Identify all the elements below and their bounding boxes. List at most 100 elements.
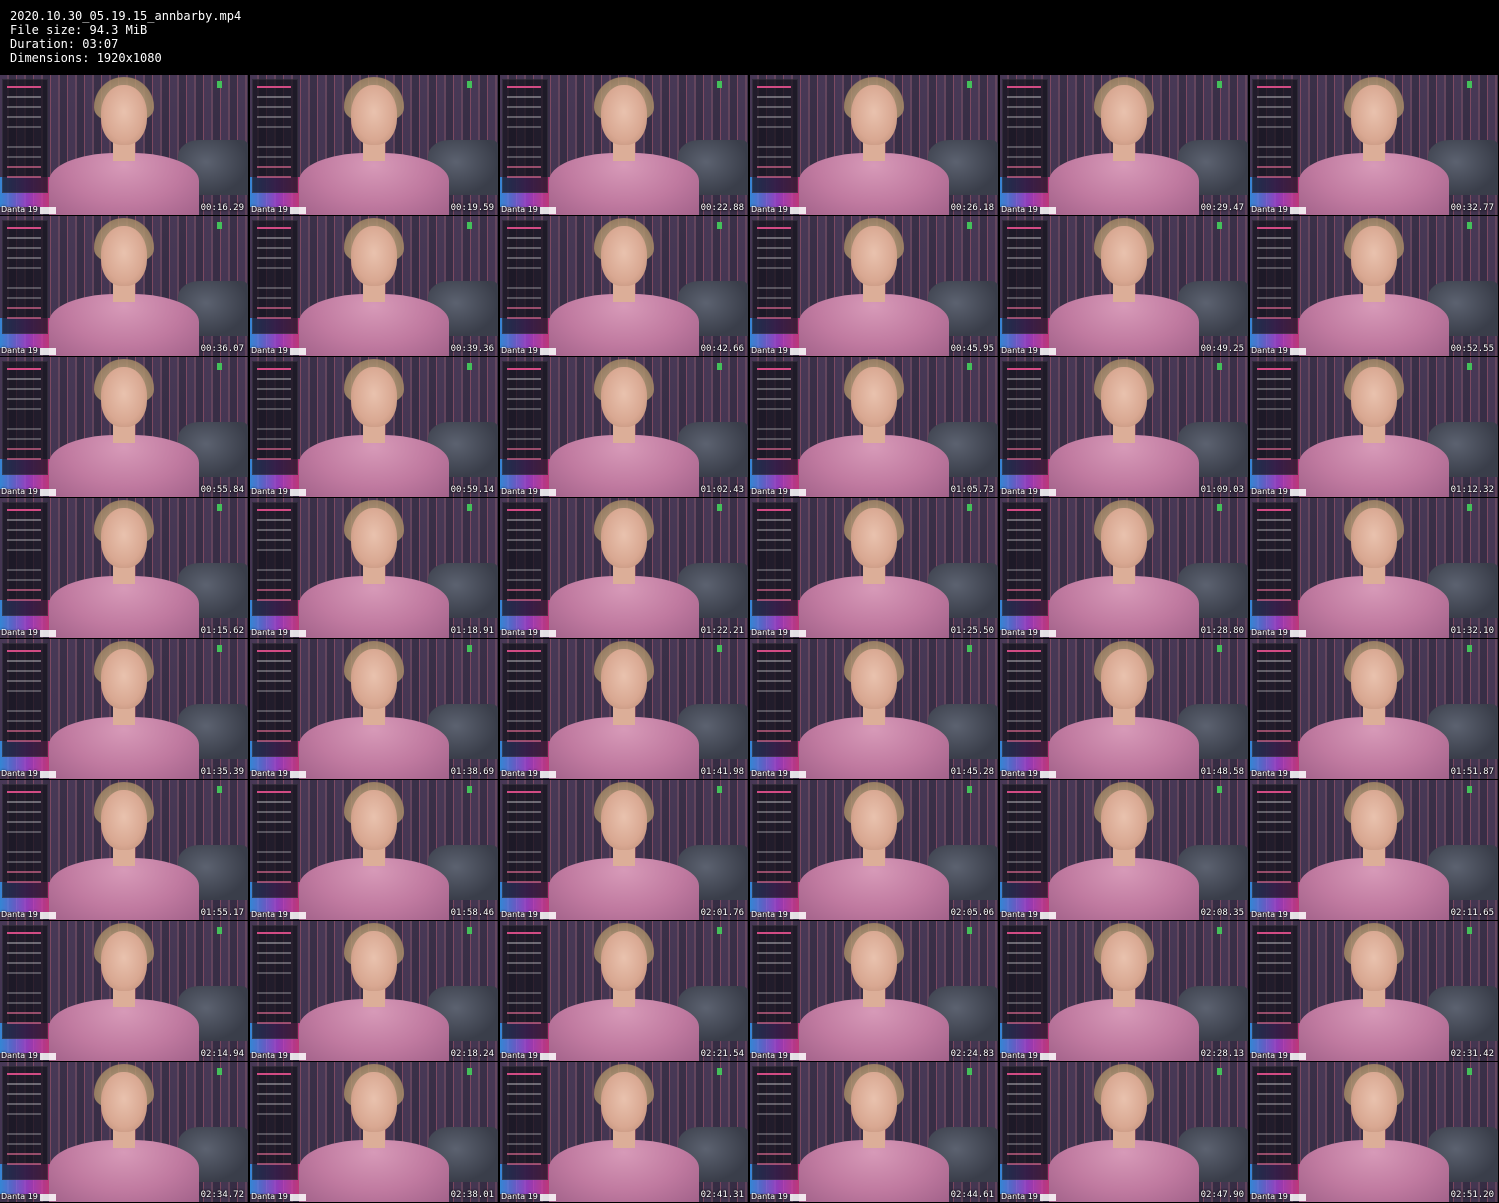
frame-panel bbox=[752, 1066, 798, 1180]
frame-timestamp: 00:29.47 bbox=[1200, 203, 1244, 213]
lock-icon bbox=[967, 1068, 972, 1075]
frame-timestamp: 01:41.98 bbox=[700, 767, 744, 777]
frame-panel bbox=[252, 502, 298, 616]
brand-logo-icon bbox=[40, 489, 56, 496]
frame-panel bbox=[1002, 220, 1048, 334]
frame-username-label: Danta 19 bbox=[751, 1192, 788, 1201]
frame-panel bbox=[2, 220, 48, 334]
frame-dress bbox=[1299, 858, 1449, 920]
brand-logo-icon bbox=[40, 207, 56, 214]
frame-head bbox=[851, 649, 897, 709]
lock-icon bbox=[1217, 363, 1222, 370]
video-frame-thumbnail: Danta 19 01:41.98 bbox=[500, 639, 748, 779]
frame-dress bbox=[1049, 435, 1199, 497]
lock-icon bbox=[967, 363, 972, 370]
frame-head bbox=[351, 226, 397, 286]
frame-head bbox=[1351, 931, 1397, 991]
frame-panel bbox=[1252, 361, 1298, 475]
brand-logo-icon bbox=[1290, 1053, 1306, 1060]
frame-panel bbox=[252, 79, 298, 193]
frame-timestamp: 00:36.07 bbox=[200, 344, 244, 354]
frame-timestamp: 02:51.20 bbox=[1450, 1190, 1494, 1200]
lock-icon bbox=[467, 645, 472, 652]
frame-timestamp: 02:34.72 bbox=[200, 1190, 244, 1200]
brand-logo-icon bbox=[40, 1053, 56, 1060]
frame-username-label: Danta 19 bbox=[751, 769, 788, 778]
frame-username-label: Danta 19 bbox=[1001, 1051, 1038, 1060]
brand-logo-icon bbox=[1290, 630, 1306, 637]
lock-icon bbox=[217, 1068, 222, 1075]
frame-panel bbox=[502, 220, 548, 334]
brand-logo-icon bbox=[1290, 1194, 1306, 1201]
frame-panel bbox=[252, 784, 298, 898]
frame-timestamp: 02:44.61 bbox=[950, 1190, 994, 1200]
frame-dress bbox=[799, 294, 949, 356]
file-size: File size: 94.3 MiB bbox=[10, 23, 148, 37]
frame-username-label: Danta 19 bbox=[1001, 487, 1038, 496]
frame-dress bbox=[549, 576, 699, 638]
frame-dress bbox=[1049, 1140, 1199, 1202]
frame-head bbox=[1351, 367, 1397, 427]
frame-dress bbox=[49, 858, 199, 920]
frame-head bbox=[1351, 790, 1397, 850]
lock-icon bbox=[717, 222, 722, 229]
lock-icon bbox=[467, 81, 472, 88]
frame-timestamp: 01:35.39 bbox=[200, 767, 244, 777]
frame-username-label: Danta 19 bbox=[751, 910, 788, 919]
video-frame-thumbnail: Danta 19 01:55.17 bbox=[0, 780, 248, 920]
frame-timestamp: 02:41.31 bbox=[700, 1190, 744, 1200]
brand-logo-icon bbox=[1290, 489, 1306, 496]
frame-head bbox=[851, 367, 897, 427]
frame-dress bbox=[549, 435, 699, 497]
frame-dress bbox=[1299, 153, 1449, 215]
brand-logo-icon bbox=[790, 1053, 806, 1060]
brand-logo-icon bbox=[540, 1194, 556, 1201]
brand-logo-icon bbox=[1040, 771, 1056, 778]
frame-head bbox=[351, 367, 397, 427]
frame-panel bbox=[1002, 79, 1048, 193]
frame-dress bbox=[799, 435, 949, 497]
brand-logo-icon bbox=[540, 207, 556, 214]
video-frame-thumbnail: Danta 19 02:01.76 bbox=[500, 780, 748, 920]
frame-dress bbox=[299, 294, 449, 356]
frame-username-label: Danta 19 bbox=[1, 1051, 38, 1060]
frame-username-label: Danta 19 bbox=[1001, 1192, 1038, 1201]
frame-username-label: Danta 19 bbox=[251, 628, 288, 637]
brand-logo-icon bbox=[540, 771, 556, 778]
frame-panel bbox=[1002, 1066, 1048, 1180]
frame-dress bbox=[49, 999, 199, 1061]
frame-timestamp: 02:21.54 bbox=[700, 1049, 744, 1059]
lock-icon bbox=[1217, 645, 1222, 652]
frame-timestamp: 01:38.69 bbox=[450, 767, 494, 777]
video-frame-thumbnail: Danta 19 01:45.28 bbox=[750, 639, 998, 779]
lock-icon bbox=[1467, 363, 1472, 370]
lock-icon bbox=[967, 927, 972, 934]
video-frame-thumbnail: Danta 19 01:12.32 bbox=[1250, 357, 1498, 497]
frame-dress bbox=[799, 999, 949, 1061]
frame-head bbox=[351, 508, 397, 568]
frame-head bbox=[1101, 931, 1147, 991]
brand-logo-icon bbox=[290, 489, 306, 496]
video-frame-thumbnail: Danta 19 01:48.58 bbox=[1000, 639, 1248, 779]
brand-logo-icon bbox=[1040, 630, 1056, 637]
frame-head bbox=[1101, 367, 1147, 427]
video-frame-thumbnail: Danta 19 00:39.36 bbox=[250, 216, 498, 356]
frame-head bbox=[601, 85, 647, 145]
frame-head bbox=[851, 226, 897, 286]
frame-username-label: Danta 19 bbox=[501, 628, 538, 637]
frame-panel bbox=[252, 925, 298, 1039]
frame-head bbox=[101, 508, 147, 568]
frame-panel bbox=[1002, 784, 1048, 898]
frame-head bbox=[1101, 85, 1147, 145]
lock-icon bbox=[467, 927, 472, 934]
frame-username-label: Danta 19 bbox=[501, 769, 538, 778]
frame-username-label: Danta 19 bbox=[251, 910, 288, 919]
frame-timestamp: 01:22.21 bbox=[700, 626, 744, 636]
frame-dress bbox=[1299, 999, 1449, 1061]
lock-icon bbox=[967, 645, 972, 652]
lock-icon bbox=[467, 504, 472, 511]
lock-icon bbox=[1467, 786, 1472, 793]
lock-icon bbox=[967, 786, 972, 793]
video-dimensions: Dimensions: 1920x1080 bbox=[10, 51, 162, 65]
frame-timestamp: 00:16.29 bbox=[200, 203, 244, 213]
